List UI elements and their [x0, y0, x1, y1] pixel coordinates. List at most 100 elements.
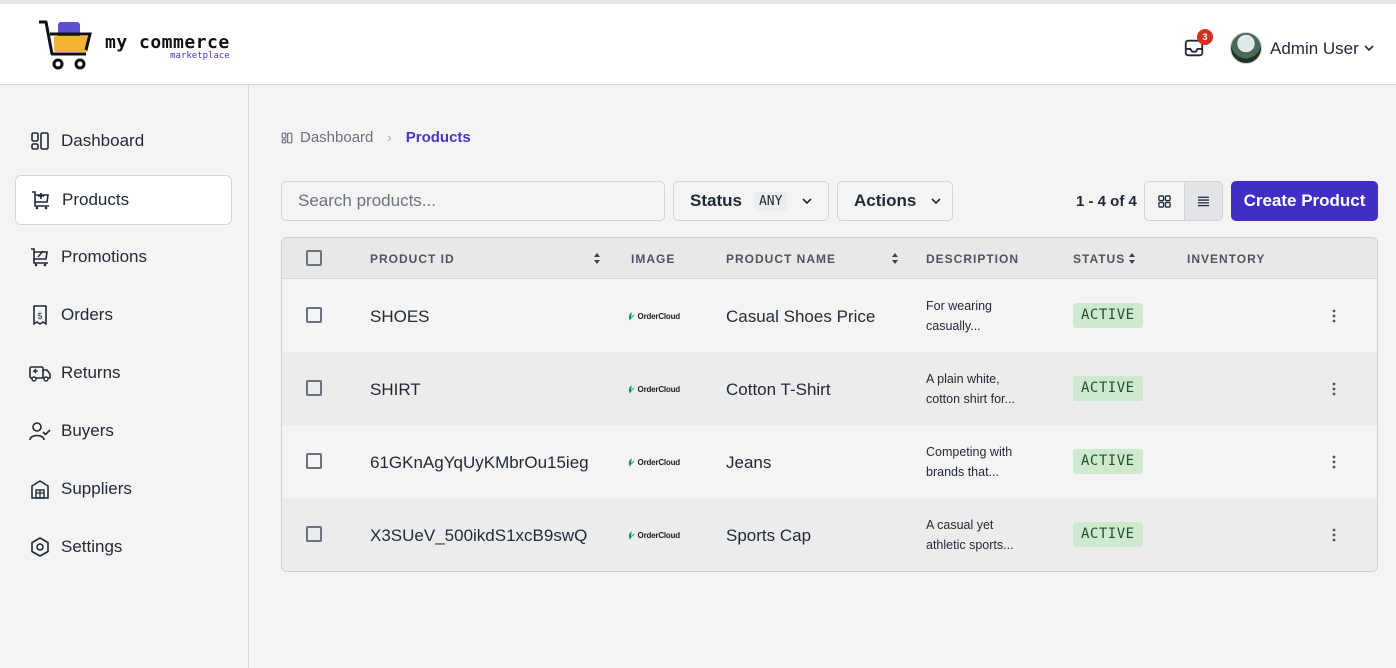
- chevron-down-icon: [802, 198, 813, 205]
- sidebar-item-label: Settings: [61, 537, 123, 556]
- actions-button[interactable]: Actions: [837, 181, 953, 221]
- sidebar-item-promotions[interactable]: Promotions: [15, 232, 232, 282]
- description-line: brands that...: [926, 465, 999, 479]
- status-filter-label: Status: [690, 191, 742, 210]
- user-menu-name[interactable]: Admin User: [1270, 39, 1359, 59]
- sidebar-item-label: Products: [62, 190, 130, 209]
- dashboard-icon: [29, 130, 51, 152]
- sort-icon[interactable]: [891, 252, 899, 265]
- ordercloud-logo-icon: [628, 457, 635, 467]
- status-badge: ACTIVE: [1073, 303, 1143, 328]
- list-icon: [1197, 196, 1209, 207]
- column-header-product-name[interactable]: PRODUCT NAME: [726, 252, 836, 266]
- product-description: A plain white, cotton shirt for...: [926, 369, 1036, 409]
- breadcrumb-home-label: Dashboard: [300, 129, 374, 146]
- ordercloud-logo-icon: [628, 530, 635, 540]
- search-input[interactable]: [281, 181, 665, 221]
- notification-count-badge: 3: [1197, 29, 1213, 45]
- product-image: OrderCloud: [628, 310, 680, 322]
- list-view-button[interactable]: [1183, 182, 1222, 220]
- product-image-brand: OrderCloud: [637, 457, 681, 467]
- column-header-inventory: INVENTORY: [1187, 252, 1266, 266]
- column-header-description: DESCRIPTION: [926, 252, 1020, 266]
- more-options-icon[interactable]: [1331, 308, 1337, 324]
- product-id[interactable]: X3SUeV_500ikdS1xcB9swQ: [370, 526, 587, 546]
- promotions-icon: [29, 246, 51, 268]
- brand-logo[interactable]: my commerce marketplace: [36, 18, 236, 74]
- description-line: cotton shirt for...: [926, 392, 1015, 406]
- settings-icon: [29, 536, 51, 558]
- description-line: For wearing: [926, 299, 992, 313]
- sidebar-item-settings[interactable]: Settings: [15, 522, 232, 572]
- product-image: OrderCloud: [628, 529, 680, 541]
- sidebar-item-returns[interactable]: Returns: [15, 348, 232, 398]
- pagination-summary: 1 - 4 of 4: [1076, 193, 1137, 210]
- buyers-icon: [29, 420, 51, 442]
- create-product-button[interactable]: Create Product: [1231, 181, 1378, 221]
- sidebar-item-orders[interactable]: $ Orders: [15, 290, 232, 340]
- product-name: Sports Cap: [726, 526, 812, 545]
- brand-name: my commerce: [105, 32, 230, 53]
- table-row[interactable]: 61GKnAgYqUyKMbrOu15ieg OrderCloud Jeans …: [282, 425, 1377, 498]
- sort-icon[interactable]: [1128, 252, 1136, 265]
- row-checkbox[interactable]: [306, 526, 322, 542]
- status-badge: ACTIVE: [1073, 522, 1143, 547]
- product-id[interactable]: SHIRT: [370, 380, 421, 400]
- ordercloud-logo-icon: [628, 384, 635, 394]
- product-image: OrderCloud: [628, 456, 680, 468]
- breadcrumb-separator-icon: ›: [387, 130, 392, 145]
- sidebar-item-buyers[interactable]: Buyers: [15, 406, 232, 456]
- sidebar-item-suppliers[interactable]: Suppliers: [15, 464, 232, 514]
- grid-view-button[interactable]: [1145, 182, 1184, 220]
- grid-icon: [1158, 194, 1171, 208]
- column-header-image: IMAGE: [631, 252, 676, 266]
- breadcrumb-home[interactable]: Dashboard: [281, 129, 373, 146]
- table-row[interactable]: SHOES OrderCloud Casual Shoes Price For …: [282, 279, 1377, 352]
- product-description: For wearing casually...: [926, 296, 1036, 336]
- more-options-icon[interactable]: [1331, 381, 1337, 397]
- product-image-brand: OrderCloud: [637, 311, 681, 321]
- top-header: my commerce marketplace 3 Admin User: [0, 0, 1396, 85]
- status-badge: ACTIVE: [1073, 449, 1143, 474]
- chevron-down-icon[interactable]: [1363, 42, 1375, 54]
- status-filter-button[interactable]: Status ANY: [673, 181, 829, 221]
- table-header: PRODUCT ID IMAGE PRODUCT NAME DESCRIPTIO…: [282, 238, 1377, 279]
- sort-icon[interactable]: [593, 252, 601, 265]
- description-line: A casual yet: [926, 518, 994, 532]
- description-line: athletic sports...: [926, 538, 1014, 552]
- sidebar-item-label: Promotions: [61, 247, 147, 266]
- cart-logo-icon: [39, 20, 92, 70]
- sidebar-item-dashboard[interactable]: Dashboard: [15, 116, 232, 166]
- product-id[interactable]: 61GKnAgYqUyKMbrOu15ieg: [370, 453, 589, 473]
- table-row[interactable]: SHIRT OrderCloud Cotton T-Shirt A plain …: [282, 352, 1377, 425]
- row-checkbox[interactable]: [306, 307, 322, 323]
- breadcrumb: Dashboard › Products: [281, 129, 471, 146]
- sidebar-item-label: Dashboard: [61, 131, 145, 150]
- row-checkbox[interactable]: [306, 380, 322, 396]
- user-avatar[interactable]: [1230, 32, 1262, 64]
- product-description: A casual yet athletic sports...: [926, 515, 1036, 555]
- product-name: Casual Shoes Price: [726, 307, 876, 326]
- sidebar-item-label: Orders: [61, 305, 113, 324]
- product-id[interactable]: SHOES: [370, 307, 430, 327]
- column-header-product-id[interactable]: PRODUCT ID: [370, 252, 455, 266]
- product-image-brand: OrderCloud: [637, 530, 681, 540]
- products-table: PRODUCT ID IMAGE PRODUCT NAME DESCRIPTIO…: [281, 237, 1378, 572]
- sidebar: Dashboard Products Promotions $ Orders R…: [0, 85, 249, 668]
- sidebar-item-label: Suppliers: [61, 479, 132, 498]
- sidebar-item-label: Buyers: [61, 421, 114, 440]
- status-filter-value: ANY: [753, 191, 788, 211]
- returns-icon: [29, 362, 51, 384]
- row-checkbox[interactable]: [306, 453, 322, 469]
- select-all-checkbox[interactable]: [306, 250, 322, 266]
- sidebar-item-products[interactable]: Products: [15, 175, 232, 225]
- dashboard-icon: [281, 132, 293, 143]
- sidebar-item-label: Returns: [61, 363, 121, 382]
- product-image-brand: OrderCloud: [637, 384, 681, 394]
- ordercloud-logo-icon: [628, 311, 635, 321]
- table-row[interactable]: X3SUeV_500ikdS1xcB9swQ OrderCloud Sports…: [282, 498, 1377, 571]
- column-header-status[interactable]: STATUS: [1073, 252, 1125, 266]
- more-options-icon[interactable]: [1331, 527, 1337, 543]
- more-options-icon[interactable]: [1331, 454, 1337, 470]
- svg-text:$: $: [37, 312, 43, 322]
